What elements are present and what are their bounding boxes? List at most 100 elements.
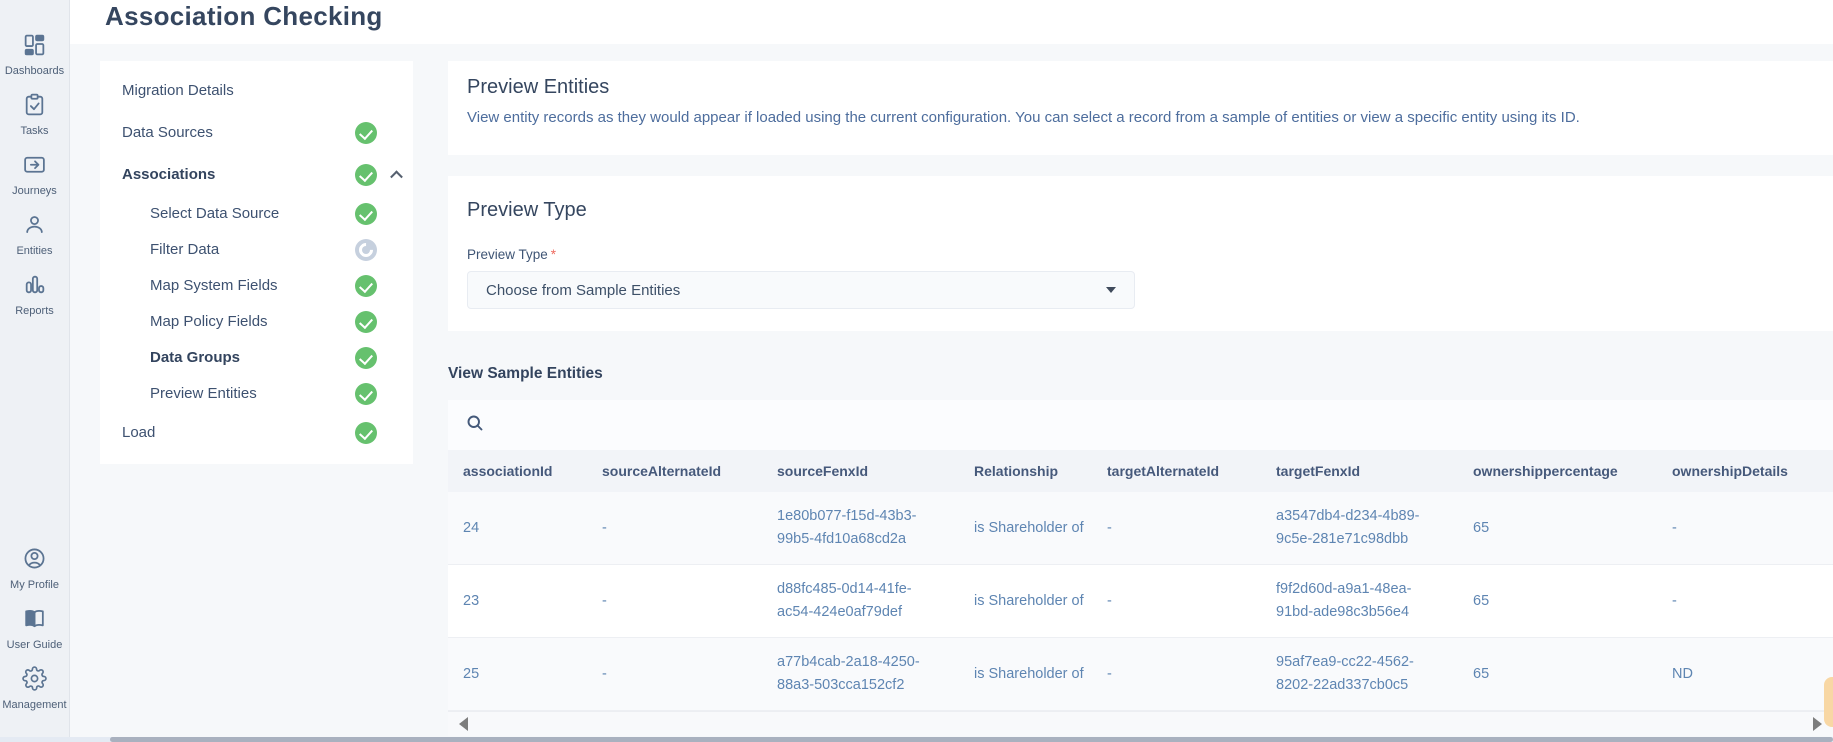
sidebar-item-label: Journeys [12, 185, 57, 197]
chevron-down-icon [1106, 287, 1116, 293]
journeys-icon [22, 152, 47, 182]
stepper-item[interactable]: Migration Details [100, 70, 413, 112]
step-status-icon [355, 239, 377, 261]
stepper-item[interactable]: Data Sources [100, 112, 413, 154]
page-hscrollbar-track [0, 737, 1833, 742]
stepper-nav: Migration Details Data Sources Associati… [100, 61, 413, 464]
step-status-icon [355, 347, 377, 369]
sample-entities-table-card: associationIdsourceAlternateIdsourceFenx… [448, 400, 1833, 736]
stepper-list: Migration Details Data Sources Associati… [100, 70, 413, 454]
sidebar-item-user-guide[interactable]: User Guide [0, 606, 70, 651]
user-guide-icon [22, 606, 47, 636]
preview-type-title: Preview Type [467, 199, 1813, 222]
table-cell: 65 [1473, 590, 1672, 613]
table-cell: 25 [463, 663, 602, 686]
table-cell: - [602, 663, 777, 686]
sidebar-item-my-profile[interactable]: My Profile [0, 546, 70, 591]
section-gap [448, 155, 1833, 176]
table-cell: 23 [463, 590, 602, 613]
stepper-item[interactable]: Map Policy Fields [100, 304, 413, 340]
sidebar-item-tasks[interactable]: Tasks [0, 92, 70, 137]
table-column-header: Relationship [974, 463, 1107, 479]
stepper-item[interactable]: Filter Data [100, 232, 413, 268]
table-cell: 1e80b077-f15d-43b3-99b5-4fd10a68cd2a [777, 505, 974, 551]
sidebar-item-label: My Profile [10, 579, 59, 591]
table-cell: - [1107, 663, 1276, 686]
step-status-icon [355, 275, 377, 297]
table-cell: a77b4cab-2a18-4250-88a3-503cca152cf2 [777, 651, 974, 697]
preview-entities-card: Preview Entities View entity records as … [448, 61, 1833, 155]
preview-type-select[interactable]: Choose from Sample Entities [467, 271, 1135, 309]
table-cell: - [1107, 517, 1276, 540]
preview-entities-description: View entity records as they would appear… [467, 109, 1813, 126]
sidebar-item-label: Entities [16, 245, 52, 257]
table-cell: 65 [1473, 517, 1672, 540]
table-cell: ND [1672, 663, 1833, 686]
table-cell: - [1672, 517, 1833, 540]
table-cell: is Shareholder of [974, 590, 1107, 613]
stepper-item[interactable]: Map System Fields [100, 268, 413, 304]
table-cell: is Shareholder of [974, 663, 1107, 686]
table-row[interactable]: 23 - d88fc485-0d14-41fe-ac54-424e0af79defi… [448, 565, 1833, 638]
preview-type-field-label: Preview Type* [467, 247, 1813, 262]
sidebar-bottom-group: My Profile User Guide Management [0, 546, 70, 742]
table-body: 24-1e80b077-f15d-43b3-99b5-4fd10a68cd2ai… [448, 492, 1833, 711]
table-cell: d88fc485-0d14-41fe-ac54-424e0af79def [777, 578, 974, 624]
sidebar-top-group: Dashboards Tasks Journeys [0, 32, 70, 332]
sidebar-item-label: User Guide [7, 639, 63, 651]
table-cell: - [602, 517, 777, 540]
stepper-item[interactable]: Select Data Source [100, 196, 413, 232]
page-title: Association Checking [105, 1, 383, 32]
page-hscrollbar-thumb[interactable] [110, 737, 1833, 742]
table-horizontal-scroll [448, 711, 1833, 736]
search-icon[interactable] [465, 413, 485, 438]
step-status-icon [355, 122, 377, 144]
sidebar-item-label: Management [2, 699, 66, 711]
tasks-icon [22, 92, 47, 122]
step-status-icon [355, 383, 377, 405]
dashboards-icon [22, 32, 47, 62]
table-column-header: ownershipDetails [1672, 463, 1833, 479]
scroll-left-arrow-icon[interactable] [459, 717, 468, 731]
sidebar-item-reports[interactable]: Reports [0, 272, 70, 317]
stepper-item[interactable]: Data Groups [100, 340, 413, 376]
sidebar-item-label: Dashboards [5, 65, 64, 77]
required-marker: * [551, 247, 556, 262]
table-search-row [448, 400, 1833, 450]
stepper-item[interactable]: Associations [100, 154, 413, 196]
reports-icon [22, 272, 47, 302]
stepper-item-label: Migration Details [122, 82, 399, 100]
table-row[interactable]: 25-a77b4cab-2a18-4250-88a3-503cca152cf2i… [448, 638, 1833, 711]
table-column-header: targetFenxId [1276, 463, 1473, 479]
table-cell: is Shareholder of [974, 517, 1107, 540]
sidebar-item-dashboards[interactable]: Dashboards [0, 32, 70, 77]
table-cell: 24 [463, 517, 602, 540]
step-status-icon [355, 311, 377, 333]
sidebar-item-entities[interactable]: Entities [0, 212, 70, 257]
table-cell: 95af7ea9-cc22-4562-8202-22ad337cb0c5 [1276, 651, 1473, 697]
table-row[interactable]: 24-1e80b077-f15d-43b3-99b5-4fd10a68cd2ai… [448, 492, 1833, 565]
stepper-item[interactable]: Load [100, 412, 413, 454]
view-sample-entities-heading: View Sample Entities [448, 364, 1833, 383]
table-cell: f9f2d60d-a9a1-48ea-91bd-ade98c3b56e4 [1276, 578, 1473, 624]
preview-entities-title: Preview Entities [467, 76, 1813, 99]
table-column-header: ownershippercentage [1473, 463, 1672, 479]
table-cell: - [1672, 590, 1833, 613]
step-status-icon [355, 422, 377, 444]
sidebar-item-label: Reports [15, 305, 54, 317]
table-column-header: sourceAlternateId [602, 463, 777, 479]
table-header-row: associationIdsourceAlternateIdsourceFenx… [448, 450, 1833, 492]
scroll-right-arrow-icon[interactable] [1813, 717, 1822, 731]
preview-type-card: Preview Type Preview Type* Choose from S… [448, 176, 1833, 331]
stepper-item[interactable]: Preview Entities [100, 376, 413, 412]
preview-type-selected-value: Choose from Sample Entities [486, 282, 1106, 299]
main-content: Preview Entities View entity records as … [448, 61, 1833, 736]
table-column-header: targetAlternateId [1107, 463, 1276, 479]
field-label-text: Preview Type [467, 247, 548, 262]
step-status-icon [355, 203, 377, 225]
table-cell: 65 [1473, 663, 1672, 686]
sidebar-item-management[interactable]: Management [0, 666, 70, 711]
table-column-header: sourceFenxId [777, 463, 974, 479]
sidebar-item-journeys[interactable]: Journeys [0, 152, 70, 197]
edge-scroll-tab[interactable] [1824, 677, 1833, 727]
